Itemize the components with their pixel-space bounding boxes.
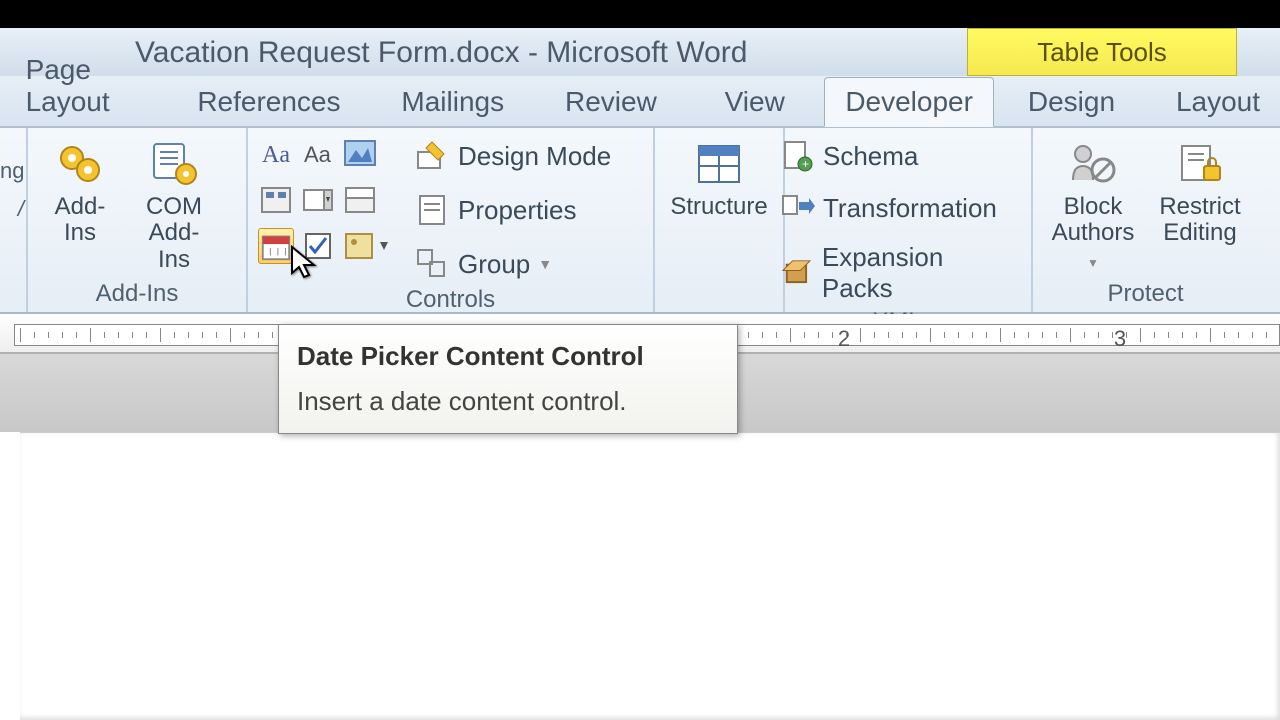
document-area[interactable] (20, 432, 1280, 720)
properties-button[interactable]: Properties (408, 190, 583, 230)
structure-button[interactable]: Structure (665, 136, 773, 224)
group-button[interactable]: Group ▼ (408, 244, 558, 284)
plain-text-control-icon[interactable]: Aa (300, 136, 336, 172)
tab-references[interactable]: References (177, 78, 360, 126)
svg-text:Aa: Aa (262, 142, 290, 168)
group-label-controls: Controls (258, 284, 643, 318)
transformation-icon (779, 190, 815, 226)
legacy-tools-button[interactable] (342, 228, 392, 264)
design-mode-button[interactable]: Design Mode (408, 136, 617, 176)
combobox-control-icon[interactable] (300, 182, 336, 218)
add-ins-button[interactable]: Add-Ins (38, 136, 122, 251)
design-mode-icon (414, 138, 450, 174)
structure-icon (691, 140, 747, 188)
date-picker-control-button[interactable] (258, 228, 294, 264)
building-block-control-icon[interactable] (258, 182, 294, 218)
tab-page-layout[interactable]: Page Layout (6, 46, 155, 126)
group-icon (414, 246, 450, 282)
picture-control-icon[interactable] (342, 136, 378, 172)
dropdown-arrow-icon: ▼ (538, 256, 552, 272)
tab-mailings[interactable]: Mailings (381, 78, 524, 126)
tooltip-date-picker: Date Picker Content Control Insert a dat… (278, 324, 738, 434)
gear-icon (52, 140, 108, 188)
tab-layout[interactable]: Layout (1156, 78, 1280, 126)
expansion-packs-button[interactable]: Expansion Packs (773, 240, 1021, 306)
tab-review[interactable]: Review (545, 78, 677, 126)
contextual-tab-table-tools: Table Tools (967, 28, 1237, 76)
svg-text:+: + (802, 157, 809, 171)
ribbon-tabs: Page Layout References Mailings Review V… (0, 76, 1280, 128)
window-title: Vacation Request Form.docx - Microsoft W… (135, 36, 747, 70)
schema-button[interactable]: + Schema (773, 136, 924, 176)
svg-text:Aa: Aa (304, 142, 332, 167)
block-authors-button[interactable]: Block Authors ▼ (1043, 136, 1143, 277)
restrict-editing-icon (1172, 140, 1228, 188)
group-label-protect: Protect (1043, 278, 1248, 312)
transformation-button[interactable]: Transformation (773, 188, 1003, 228)
tab-developer[interactable]: Developer (824, 77, 994, 127)
block-authors-icon (1065, 140, 1121, 188)
restrict-editing-button[interactable]: Restrict Editing (1153, 136, 1247, 251)
tooltip-title: Date Picker Content Control (297, 341, 719, 372)
tab-view[interactable]: View (705, 78, 805, 126)
ribbon: ng / Add-Ins COM Add-Ins Add-Ins (0, 128, 1280, 314)
com-add-ins-button[interactable]: COM Add-Ins (132, 136, 216, 277)
properties-icon (414, 192, 450, 228)
rich-text-control-icon[interactable]: Aa (258, 136, 294, 172)
expansion-packs-icon (779, 255, 814, 291)
group-label-addins: Add-Ins (38, 278, 236, 312)
mouse-cursor-icon (290, 245, 318, 281)
dropdown-arrow-icon: ▼ (1087, 256, 1099, 270)
document-gear-icon (146, 140, 202, 188)
tooltip-description: Insert a date content control. (297, 386, 719, 417)
partial-group-left: ng / (0, 128, 28, 312)
schema-icon: + (779, 138, 815, 174)
dropdown-control-icon[interactable] (342, 182, 378, 218)
tab-design[interactable]: Design (1008, 78, 1135, 126)
